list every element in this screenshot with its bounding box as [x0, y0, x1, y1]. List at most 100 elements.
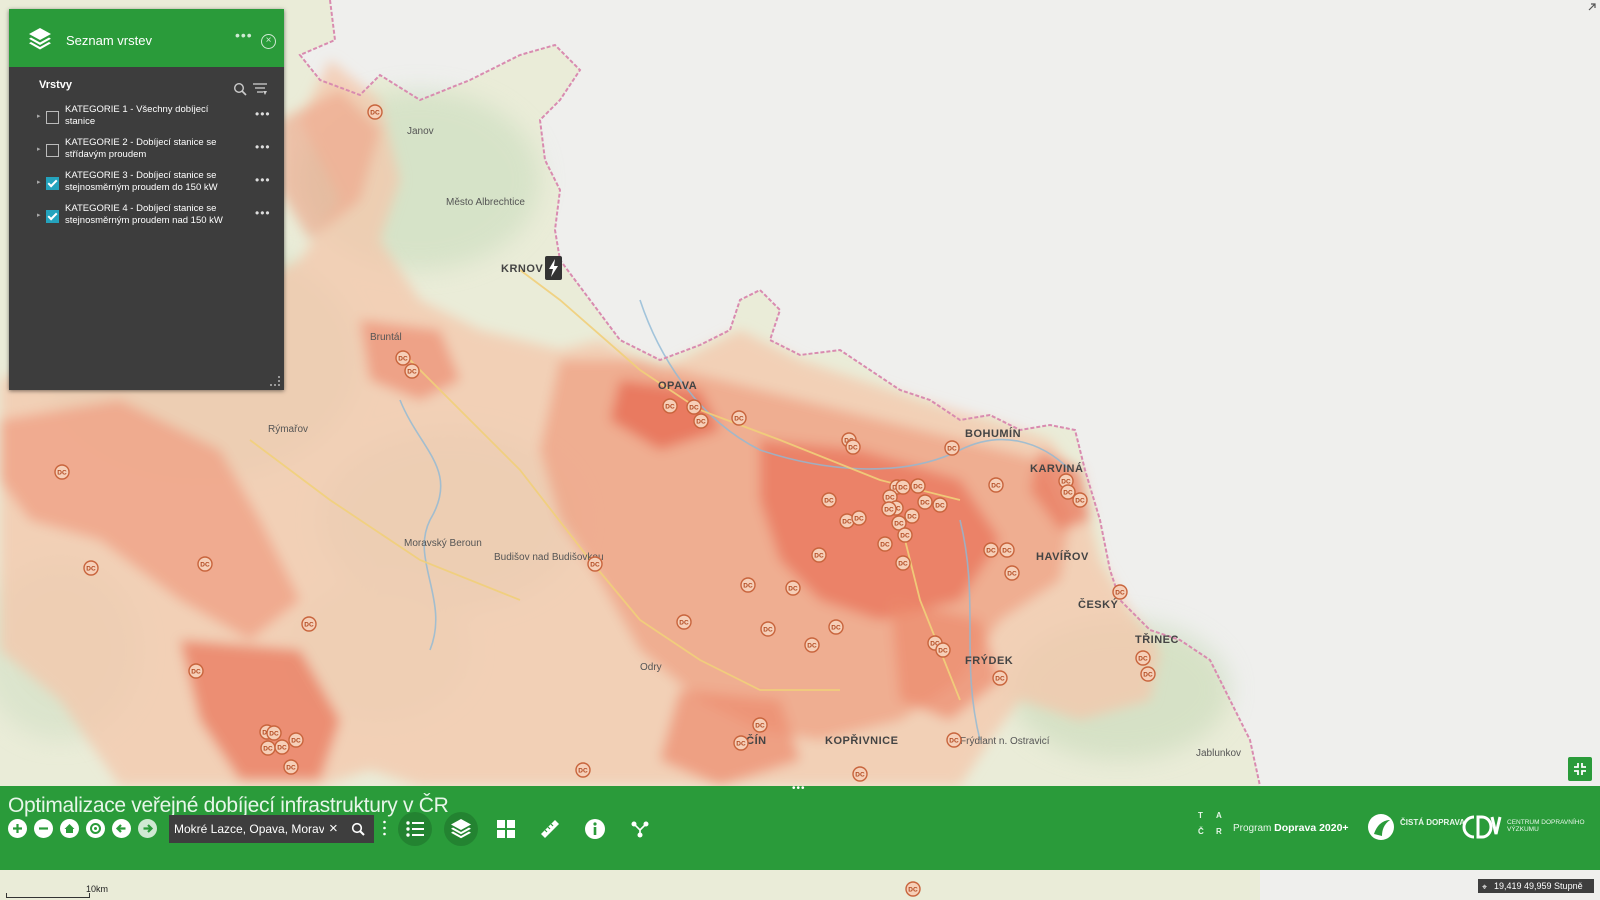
dc-marker-label: DC	[848, 444, 858, 451]
dc-charging-marker[interactable]: DC	[575, 762, 591, 778]
dc-charging-marker[interactable]: DC	[895, 479, 911, 495]
dc-charging-marker[interactable]: DC	[404, 363, 420, 379]
dc-charging-marker[interactable]: DC	[917, 494, 933, 510]
dc-marker-label: DC	[191, 668, 201, 675]
dc-charging-marker[interactable]: DC	[1060, 484, 1076, 500]
layer-list-button[interactable]	[444, 812, 478, 846]
layer-checkbox-4[interactable]	[46, 210, 59, 223]
dc-charging-marker[interactable]: DC	[587, 556, 603, 572]
measure-button[interactable]	[533, 812, 567, 846]
dc-charging-marker[interactable]: DC	[932, 497, 948, 513]
dc-charging-marker[interactable]: DC	[1135, 650, 1151, 666]
dc-charging-marker[interactable]: DC	[851, 510, 867, 526]
dc-charging-marker[interactable]: DC	[804, 637, 820, 653]
dc-charging-marker[interactable]: DC	[1072, 492, 1088, 508]
dc-charging-marker[interactable]: DC	[845, 439, 861, 455]
share-button[interactable]	[623, 812, 657, 846]
dc-charging-marker[interactable]: DC	[983, 542, 999, 558]
layer-checkbox-1[interactable]	[46, 111, 59, 124]
dc-charging-marker[interactable]: DC	[828, 619, 844, 635]
crosshair-icon[interactable]: ⌖	[1482, 880, 1487, 894]
charging-station-marker[interactable]	[545, 256, 562, 280]
zoom-in-button[interactable]	[8, 819, 27, 838]
dc-charging-marker[interactable]: DC	[1112, 584, 1128, 600]
search-icon[interactable]	[233, 82, 247, 96]
basemap-gallery-button[interactable]	[489, 812, 523, 846]
expand-caret-icon[interactable]: ▸	[37, 211, 41, 219]
dc-charging-marker[interactable]: DC	[811, 547, 827, 563]
resize-handle[interactable]	[270, 376, 280, 386]
dc-charging-marker[interactable]: DC	[740, 577, 756, 593]
dc-charging-marker[interactable]: DC	[676, 614, 692, 630]
dc-charging-marker[interactable]: DC	[785, 580, 801, 596]
dc-charging-marker[interactable]: DC	[686, 399, 702, 415]
dc-charging-marker[interactable]: DC	[395, 350, 411, 366]
dc-charging-marker[interactable]: DC	[935, 642, 951, 658]
filter-icon[interactable]	[252, 82, 268, 96]
clear-search-button[interactable]: ×	[329, 820, 338, 838]
search-icon[interactable]	[351, 822, 365, 836]
dc-charging-marker[interactable]: DC	[283, 759, 299, 775]
dc-charging-marker[interactable]: DC	[266, 725, 282, 741]
dc-charging-marker[interactable]: DC	[197, 556, 213, 572]
dc-charging-marker[interactable]: DC	[188, 663, 204, 679]
locate-button[interactable]	[86, 819, 105, 838]
dc-marker-label: DC	[291, 737, 301, 744]
zoom-out-button[interactable]	[34, 819, 53, 838]
expand-caret-icon[interactable]: ▸	[37, 178, 41, 186]
dc-charging-marker[interactable]: DC	[731, 410, 747, 426]
dc-charging-marker[interactable]: DC	[733, 735, 749, 751]
layer-more-button[interactable]: •••	[255, 140, 271, 154]
dc-charging-marker[interactable]: DC	[301, 616, 317, 632]
dc-charging-marker[interactable]: DC	[1140, 666, 1156, 682]
layer-row-kategorie-2: ▸ KATEGORIE 2 - Dobíjecí stanice se stří…	[31, 136, 271, 166]
about-button[interactable]	[578, 812, 612, 846]
dc-charging-marker[interactable]: DC	[852, 766, 868, 782]
panel-close-button[interactable]: ×	[261, 34, 276, 49]
dc-charging-marker[interactable]: DC	[760, 621, 776, 637]
dc-charging-marker[interactable]: DC	[693, 413, 709, 429]
dc-charging-marker[interactable]: DC	[881, 501, 897, 517]
dc-charging-marker[interactable]: DC	[946, 732, 962, 748]
dc-charging-marker[interactable]: DC	[910, 478, 926, 494]
arrow-right-icon	[143, 824, 154, 833]
dc-charging-marker[interactable]: DC	[992, 670, 1008, 686]
dc-charging-marker[interactable]: DC	[877, 536, 893, 552]
panel-more-button[interactable]: •••	[235, 27, 253, 43]
home-button[interactable]	[60, 819, 79, 838]
dc-charging-marker[interactable]: DC	[999, 542, 1015, 558]
dc-charging-marker[interactable]: DC	[895, 555, 911, 571]
dc-marker-label: DC	[1138, 655, 1148, 662]
dc-charging-marker[interactable]: DC	[905, 881, 921, 897]
dc-charging-marker[interactable]: DC	[821, 492, 837, 508]
dc-charging-marker[interactable]: DC	[988, 477, 1004, 493]
expand-caret-icon[interactable]: ▸	[37, 112, 41, 120]
dc-marker-label: DC	[949, 737, 959, 744]
dc-charging-marker[interactable]: DC	[260, 740, 276, 756]
expand-icon[interactable]	[1587, 2, 1597, 12]
dc-charging-marker[interactable]: DC	[752, 717, 768, 733]
dc-charging-marker[interactable]: DC	[662, 398, 678, 414]
dc-charging-marker[interactable]: DC	[83, 560, 99, 576]
dc-charging-marker[interactable]: DC	[54, 464, 70, 480]
dc-charging-marker[interactable]: DC	[897, 527, 913, 543]
next-extent-button[interactable]	[138, 819, 157, 838]
layer-more-button[interactable]: •••	[255, 206, 271, 220]
dc-charging-marker[interactable]: DC	[1004, 565, 1020, 581]
layer-more-button[interactable]: •••	[255, 107, 271, 121]
previous-extent-button[interactable]	[112, 819, 131, 838]
dc-charging-marker[interactable]: DC	[288, 732, 304, 748]
fullscreen-button[interactable]	[1568, 757, 1592, 781]
dc-charging-marker[interactable]: DC	[367, 104, 383, 120]
dc-marker-label: DC	[920, 499, 930, 506]
layer-more-button[interactable]: •••	[255, 173, 271, 187]
expand-caret-icon[interactable]: ▸	[37, 145, 41, 153]
dc-charging-marker[interactable]: DC	[274, 739, 290, 755]
layer-checkbox-2[interactable]	[46, 144, 59, 157]
search-input[interactable]	[174, 820, 324, 838]
layer-checkbox-3[interactable]	[46, 177, 59, 190]
panel-drag-handle[interactable]: •••	[792, 783, 806, 794]
dc-charging-marker[interactable]: DC	[904, 508, 920, 524]
dc-charging-marker[interactable]: DC	[944, 440, 960, 456]
legend-button[interactable]	[398, 812, 432, 846]
